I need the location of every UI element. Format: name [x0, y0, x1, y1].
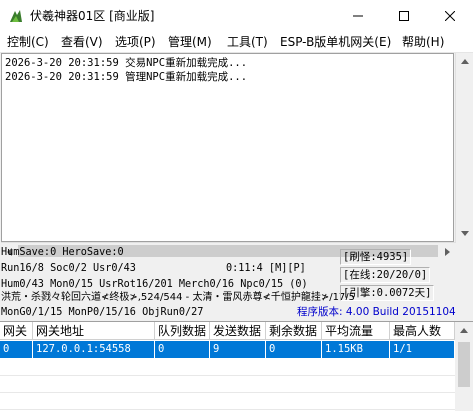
status-save-counts: HumSave:0 HeroSave:0 [1, 247, 124, 258]
close-button[interactable] [427, 0, 473, 32]
table-cell: 1.15KB [322, 341, 390, 358]
log-output[interactable]: 2026-3-20 20:31:59 交易NPC重新加载完成... 2026-3… [1, 53, 454, 242]
scroll-up-button[interactable] [455, 322, 472, 339]
close-icon [445, 11, 455, 21]
maximize-button[interactable] [381, 0, 427, 32]
status-entity-counts: Hum0/43 Mon0/15 UsrRot16/201 Merch0/16 N… [1, 279, 308, 290]
status-clock: 0:11:4 [M][P] [226, 263, 306, 274]
title-bar: 伏羲神器01区 [商业版] [0, 0, 473, 32]
menu-options[interactable]: 选项(P) [115, 34, 156, 50]
table-row[interactable]: 0 127.0.0.1:54558 0 9 0 1.15KB 1/1 [0, 341, 455, 358]
chevron-down-icon [460, 231, 469, 236]
column-header-sent[interactable]: 发送数据 [210, 322, 266, 340]
scroll-down-button[interactable] [456, 225, 473, 242]
table-vertical-scrollbar[interactable] [455, 322, 473, 411]
menu-tools[interactable]: 工具(T) [227, 34, 268, 50]
column-header-gateway[interactable]: 网关 [0, 322, 33, 340]
menu-manage[interactable]: 管理(M) [168, 34, 212, 50]
scroll-up-button[interactable] [456, 53, 473, 70]
gateway-table[interactable]: 网关 网关地址 队列数据 发送数据 剩余数据 平均流量 最高人数 0 127.0… [0, 321, 473, 411]
app-logo-icon [10, 10, 22, 22]
minimize-icon [353, 15, 363, 17]
row-divider [0, 375, 455, 376]
menu-bar: 控制(C) 查看(V) 选项(P) 管理(M) 工具(T) ESP-B版单机网关… [0, 32, 473, 53]
table-cell: 0 [155, 341, 210, 358]
table-cell: 1/1 [390, 341, 455, 358]
chevron-up-icon [459, 328, 468, 333]
row-divider [0, 392, 455, 393]
engine-uptime: [引擎:0.0072天] [340, 285, 435, 301]
scroll-right-button[interactable] [439, 243, 456, 260]
table-cell: 127.0.0.1:54558 [33, 341, 155, 358]
menu-control[interactable]: 控制(C) [7, 34, 49, 50]
menu-gateway[interactable]: ESP-B版单机网关(E) [280, 34, 391, 50]
menu-view[interactable]: 查看(V) [61, 34, 103, 50]
window-title: 伏羲神器01区 [商业版] [30, 9, 155, 23]
online-count: [在线:20/20/0] [340, 267, 431, 283]
table-cell: 0 [0, 341, 33, 358]
table-cell: 9 [210, 341, 266, 358]
refresh-monster-count: [刷怪:4935] [340, 249, 412, 265]
column-header-address[interactable]: 网关地址 [33, 322, 155, 340]
column-header-remaining[interactable]: 剩余数据 [266, 322, 322, 340]
scrollbar-thumb[interactable] [458, 342, 470, 387]
chevron-right-icon [445, 247, 450, 256]
menu-help[interactable]: 帮助(H) [402, 34, 444, 50]
column-header-max-users[interactable]: 最高人数 [390, 322, 455, 340]
column-header-queue[interactable]: 队列数据 [155, 322, 210, 340]
program-version: 程序版本: 4.00 Build 20151104 [297, 306, 456, 318]
column-header-avg-traffic[interactable]: 平均流量 [322, 322, 390, 340]
chevron-up-icon [460, 59, 469, 64]
scrollbar-corner [456, 242, 473, 259]
log-line: 2026-3-20 20:31:59 交易NPC重新加载完成... [5, 57, 248, 69]
maximize-icon [399, 11, 409, 21]
status-map-info: 洪荒・杀戮々轮回六道≮终极≯,524/544 - 太清・雷风赤尊≮千恒护龍挂≯/… [1, 292, 356, 303]
status-run-counts: Run16/8 Soc0/2 Usr0/43 [1, 263, 136, 274]
table-cell: 0 [266, 341, 322, 358]
log-vertical-scrollbar[interactable] [455, 53, 473, 242]
status-monster-counts: MonG0/1/15 MonP0/15/16 ObjRun0/27 [1, 307, 204, 318]
minimize-button[interactable] [335, 0, 381, 32]
log-line: 2026-3-20 20:31:59 管理NPC重新加载完成... [5, 71, 248, 83]
